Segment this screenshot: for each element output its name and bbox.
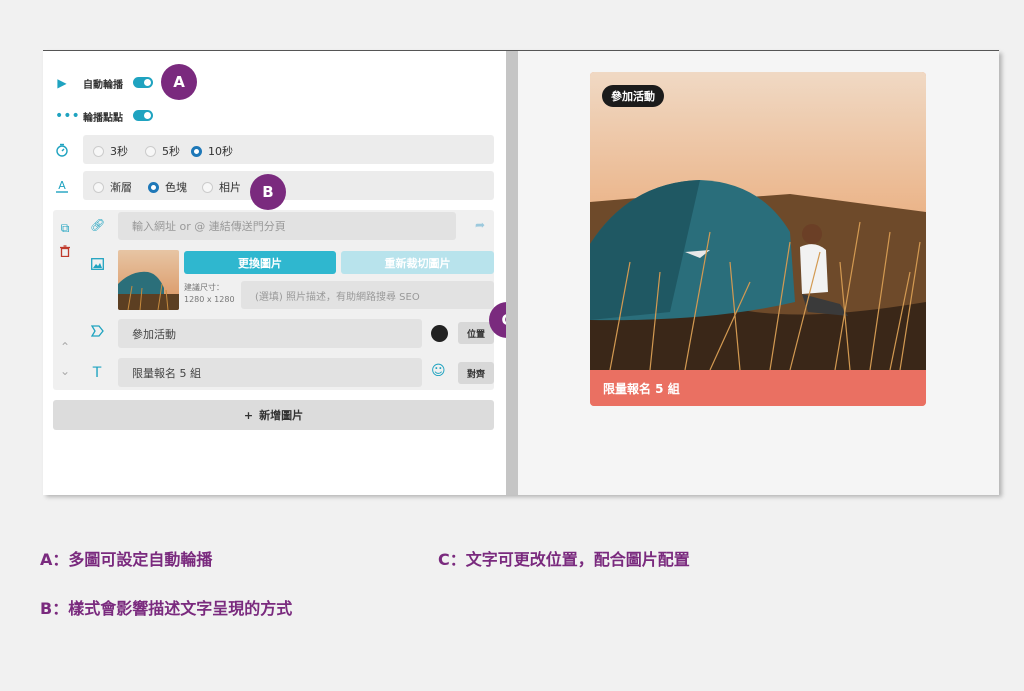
share-icon[interactable]: ➦ — [473, 218, 487, 232]
style-option-gradient[interactable]: 漸層 — [93, 179, 132, 195]
chevron-down-icon[interactable]: ⌄ — [58, 364, 72, 378]
settings-panel: ▶ 自動輪播 ••• 輪播點點 3秒 5秒 10秒 A 漸層 色塊 相片 ⧉ ⌃… — [43, 51, 525, 495]
caption-c: C：文字可更改位置，配合圖片配置 — [438, 550, 690, 569]
image-alt-input[interactable]: (選填) 照片描述，有助網路搜尋 SEO — [241, 281, 494, 309]
image-icon — [90, 258, 104, 273]
caption-a: A：多圖可設定自動輪播 — [40, 550, 213, 569]
marker-a: A — [161, 64, 197, 100]
autoplay-toggle[interactable] — [133, 77, 153, 88]
link-input[interactable]: 輸入網址 or @ 連結傳送門分頁 — [118, 212, 456, 240]
style-option-photo[interactable]: 相片 — [202, 179, 241, 195]
radio-dot — [145, 145, 156, 157]
camping-photo — [590, 72, 926, 370]
timer-icon — [55, 143, 69, 160]
add-image-button[interactable]: + 新增圖片 — [53, 400, 494, 430]
tag-icon — [90, 325, 104, 340]
tag-text-input[interactable]: 參加活動 — [118, 319, 422, 348]
radio-dot-selected — [191, 145, 202, 157]
position-button[interactable]: 位置 — [458, 322, 494, 344]
chevron-up-icon[interactable]: ⌃ — [58, 340, 72, 354]
panel-divider[interactable] — [506, 51, 518, 495]
slide-preview-card: 參加活動 限量報名 5 組 — [590, 72, 926, 406]
align-button[interactable]: 對齊 — [458, 362, 494, 384]
replace-image-button[interactable]: 更換圖片 — [184, 251, 336, 274]
dots-icon: ••• — [55, 108, 80, 124]
link-icon: 🔗︎ — [90, 218, 106, 232]
preview-panel: 參加活動 限量報名 5 組 — [518, 51, 999, 495]
duration-options: 3秒 5秒 10秒 — [83, 135, 494, 164]
caption-b: B：樣式會影響描述文字呈現的方式 — [40, 599, 293, 618]
color-swatch[interactable] — [431, 325, 448, 342]
dots-label: 輪播點點 — [83, 113, 123, 124]
style-option-block[interactable]: 色塊 — [148, 179, 187, 195]
item-actions: ⧉ ⌃ ⌄ — [53, 210, 77, 390]
dots-toggle[interactable] — [133, 110, 153, 121]
plus-icon: + — [243, 408, 254, 422]
play-icon: ▶ — [57, 76, 67, 90]
recrop-image-button[interactable]: 重新裁切圖片 — [341, 251, 494, 274]
trash-icon[interactable] — [58, 245, 72, 260]
radio-dot — [202, 181, 213, 193]
radio-dot-selected — [148, 181, 159, 193]
radio-dot — [93, 145, 104, 157]
text-style-icon: A — [55, 179, 69, 196]
preview-footer-text: 限量報名 5 組 — [590, 370, 926, 406]
marker-b: B — [250, 174, 286, 210]
autoplay-label: 自動輪播 — [83, 80, 123, 91]
caption-text-input[interactable]: 限量報名 5 組 — [118, 358, 422, 387]
radio-dot — [93, 181, 104, 193]
size-hint: 建議尺寸： 1280 x 1280 — [184, 283, 235, 304]
duration-option-10s[interactable]: 10秒 — [191, 143, 233, 159]
copy-icon[interactable]: ⧉ — [58, 221, 72, 236]
preview-badge: 參加活動 — [602, 85, 664, 107]
style-options: 漸層 色塊 相片 — [83, 171, 494, 200]
text-icon: T — [92, 365, 102, 381]
svg-text:A: A — [58, 179, 66, 192]
editor-window: ▶ 自動輪播 ••• 輪播點點 3秒 5秒 10秒 A 漸層 色塊 相片 ⧉ ⌃… — [43, 50, 999, 495]
duration-option-3s[interactable]: 3秒 — [93, 143, 128, 159]
thumbnail-image — [118, 250, 179, 310]
slide-item-editor: ⧉ ⌃ ⌄ 🔗︎ 輸入網址 or @ 連結傳送門分頁 ➦ 更換圖片 重新裁切圖片… — [53, 210, 494, 390]
duration-option-5s[interactable]: 5秒 — [145, 143, 180, 159]
emoji-icon[interactable]: ☺ — [431, 363, 446, 379]
